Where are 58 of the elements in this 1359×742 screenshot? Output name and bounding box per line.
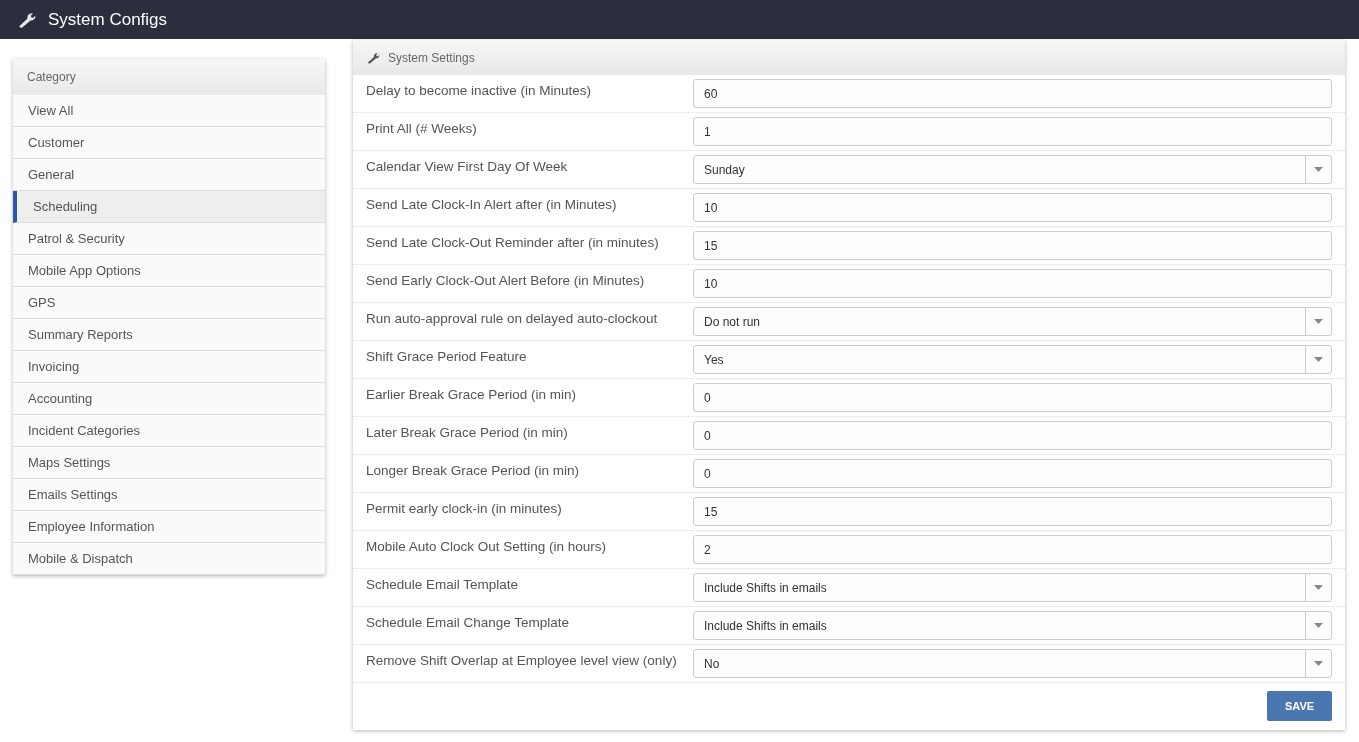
- setting-label: Earlier Break Grace Period (in min): [366, 386, 578, 404]
- setting-label: Send Late Clock-In Alert after (in Minutes): [366, 196, 618, 214]
- category-item[interactable]: Mobile App Options: [13, 255, 325, 287]
- setting-label: Delay to become inactive (in Minutes): [366, 82, 593, 100]
- input-field[interactable]: 1: [693, 117, 1332, 146]
- setting-label: Schedule Email Change Template: [366, 614, 571, 632]
- caret-icon: [1314, 585, 1323, 590]
- category-item[interactable]: Customer: [13, 127, 325, 159]
- setting-label: Print All (# Weeks): [366, 120, 478, 138]
- caret-icon: [1314, 661, 1323, 666]
- category-item[interactable]: Patrol & Security: [13, 223, 325, 255]
- category-item[interactable]: Invoicing: [13, 351, 325, 383]
- setting-label: Calendar View First Day Of Week: [366, 158, 569, 176]
- dropdown[interactable]: Include Shifts in emails: [693, 573, 1332, 602]
- input-field[interactable]: 60: [693, 79, 1332, 108]
- setting-label: Send Late Clock-Out Reminder after (in minutes): [366, 234, 660, 252]
- input-field[interactable]: 10: [693, 193, 1332, 222]
- setting-label: Mobile Auto Clock Out Setting (in hours): [366, 538, 608, 556]
- category-item[interactable]: Mobile & Dispatch: [13, 543, 325, 575]
- setting-label: Later Break Grace Period (in min): [366, 424, 569, 442]
- caret-icon: [1314, 357, 1323, 362]
- category-item[interactable]: Employee Information: [13, 511, 325, 543]
- dropdown[interactable]: Sunday: [693, 155, 1332, 184]
- category-item[interactable]: Scheduling: [13, 191, 325, 223]
- category-item[interactable]: Accounting: [13, 383, 325, 415]
- caret-icon: [1314, 623, 1323, 628]
- category-item[interactable]: Summary Reports: [13, 319, 325, 351]
- page-title: System Configs: [48, 8, 168, 31]
- dropdown[interactable]: No: [693, 649, 1332, 678]
- panel-title: System Settings: [388, 49, 475, 67]
- category-item[interactable]: View All: [13, 95, 325, 127]
- category-item[interactable]: GPS: [13, 287, 325, 319]
- category-item[interactable]: Emails Settings: [13, 479, 325, 511]
- input-field[interactable]: 0: [693, 421, 1332, 450]
- caret-icon: [1314, 319, 1323, 324]
- category-heading: Category: [13, 59, 325, 95]
- category-item[interactable]: Incident Categories: [13, 415, 325, 447]
- setting-label: Send Early Clock-Out Alert Before (in Minutes): [366, 272, 646, 290]
- input-field[interactable]: 2: [693, 535, 1332, 564]
- input-field[interactable]: 10: [693, 269, 1332, 298]
- setting-label: Schedule Email Template: [366, 576, 520, 594]
- setting-label: Remove Shift Overlap at Employee level view (only): [366, 652, 678, 670]
- input-field[interactable]: 0: [693, 383, 1332, 412]
- dropdown[interactable]: Yes: [693, 345, 1332, 374]
- wrench-icon: [18, 11, 36, 28]
- setting-label: Run auto-approval rule on delayed auto-clockout: [366, 310, 659, 328]
- input-field[interactable]: 0: [693, 459, 1332, 488]
- dropdown[interactable]: Include Shifts in emails: [693, 611, 1332, 640]
- input-field[interactable]: 15: [693, 231, 1332, 260]
- setting-label: Shift Grace Period Feature: [366, 348, 528, 366]
- dropdown[interactable]: Do not run: [693, 307, 1332, 336]
- setting-label: Permit early clock-in (in minutes): [366, 500, 563, 518]
- input-field[interactable]: 15: [693, 497, 1332, 526]
- wrench-icon: [367, 51, 380, 64]
- caret-icon: [1314, 167, 1323, 172]
- save-button[interactable]: SAVE: [1267, 691, 1332, 721]
- setting-label: Longer Break Grace Period (in min): [366, 462, 581, 480]
- category-item[interactable]: Maps Settings: [13, 447, 325, 479]
